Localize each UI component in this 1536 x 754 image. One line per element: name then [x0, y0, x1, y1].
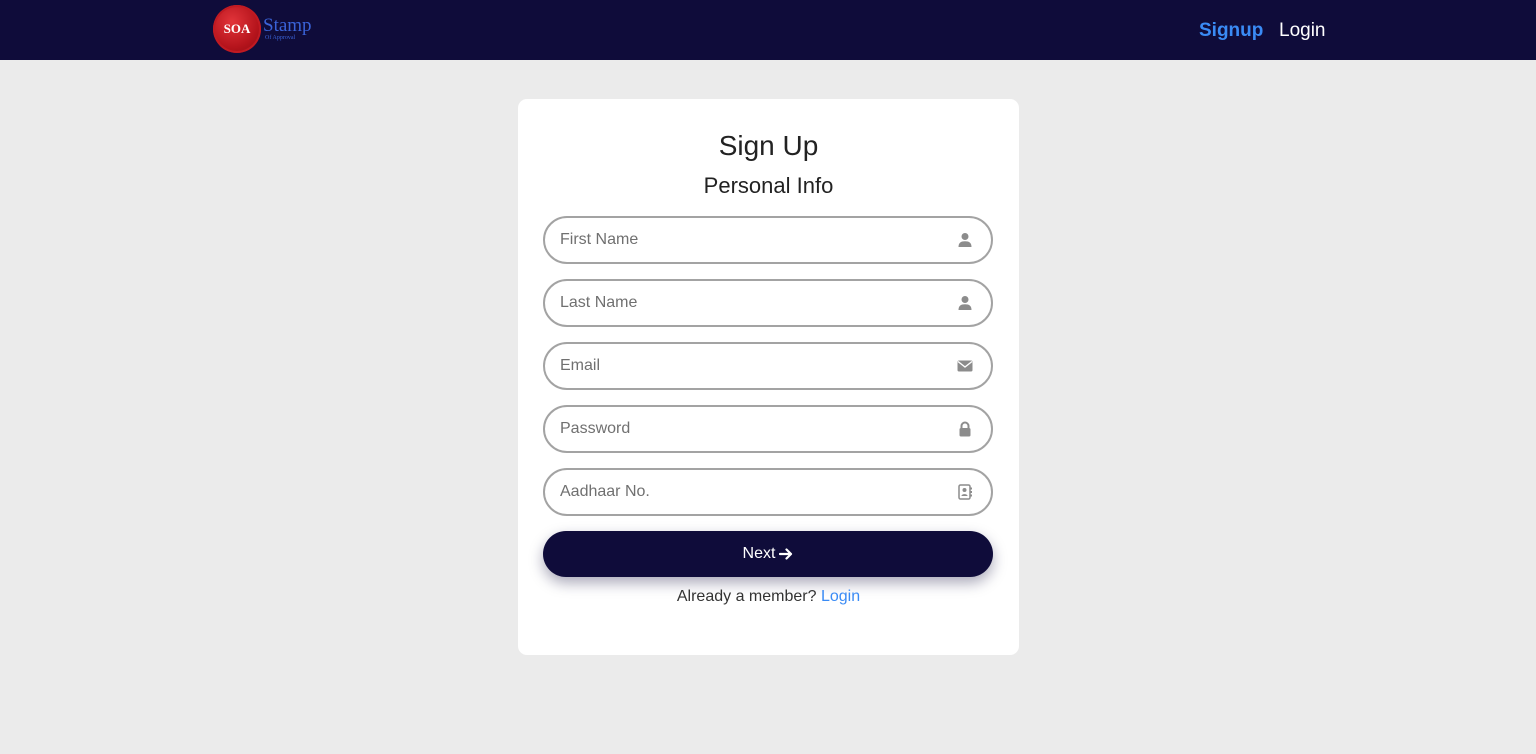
user-icon	[958, 296, 972, 310]
aadhaar-input[interactable]	[560, 470, 940, 514]
last-name-field[interactable]	[543, 279, 993, 327]
email-input[interactable]	[560, 344, 940, 388]
member-text: Already a member?	[676, 588, 817, 605]
lock-icon	[959, 421, 971, 437]
logo-seal-text: SOA	[223, 21, 251, 36]
next-label: Next	[742, 545, 776, 562]
seal-icon: SOA	[213, 5, 261, 53]
address-book-icon	[958, 484, 972, 500]
nav-signup-link[interactable]: Signup	[1199, 18, 1263, 44]
signup-card: Sign Up Personal Info First Name Last Na…	[518, 99, 1019, 655]
logo-word: Stamp	[263, 15, 312, 36]
password-field[interactable]	[543, 405, 993, 453]
email-field[interactable]	[543, 342, 993, 390]
member-prompt: Already a member? Login	[518, 588, 1019, 606]
last-name-input[interactable]	[560, 281, 940, 325]
first-name-input[interactable]	[560, 218, 940, 262]
navbar: SOA Stamp Of Approval Signup Login	[0, 0, 1536, 60]
arrow-right-icon	[779, 548, 793, 560]
logo[interactable]: SOA Stamp Of Approval	[213, 5, 323, 55]
section-subtitle: Personal Info	[703, 173, 834, 198]
envelope-icon	[957, 360, 973, 372]
user-icon	[958, 233, 972, 247]
login-link[interactable]: Login	[821, 588, 860, 605]
next-button-content: Next	[743, 545, 794, 563]
logo-sub: Of Approval	[265, 35, 296, 41]
password-input[interactable]	[560, 407, 940, 451]
nav-login-link[interactable]: Login	[1279, 18, 1326, 44]
first-name-field[interactable]	[543, 216, 993, 264]
aadhaar-field[interactable]	[543, 468, 993, 516]
page-title: Sign Up	[718, 130, 819, 161]
next-button[interactable]: Next	[543, 531, 993, 577]
